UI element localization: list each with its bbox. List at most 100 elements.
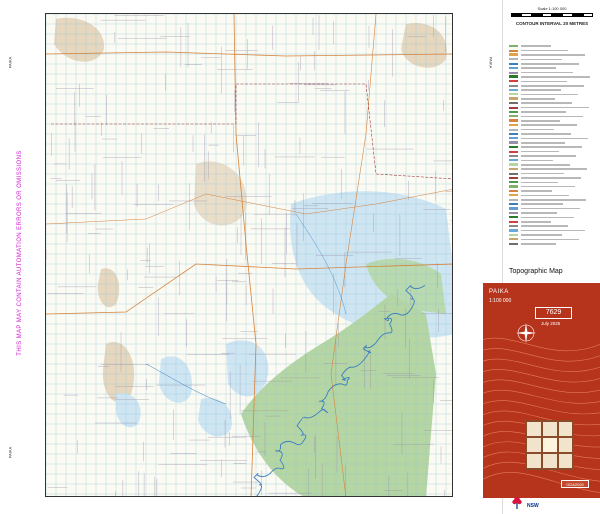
legend-label-placeholder (521, 216, 574, 219)
legend-symbol (509, 212, 518, 215)
cover-scale: 1:100 000 (489, 298, 512, 304)
legend-label-placeholder (521, 111, 566, 113)
legend-label-placeholder (521, 159, 553, 162)
legend-label-placeholder (521, 199, 586, 201)
scale-block: Scale 1:100 000 CONTOUR INTERVAL 20 METR… (511, 6, 593, 26)
legend-list (509, 44, 595, 246)
legend-symbol (509, 133, 518, 135)
legend-symbol (509, 242, 518, 245)
legend-label-placeholder (521, 84, 584, 87)
legend-label-placeholder (521, 203, 563, 206)
legend-symbol (509, 128, 518, 131)
legend-symbol (509, 176, 518, 179)
legend-symbol (509, 58, 518, 61)
legend-label-placeholder (521, 89, 561, 91)
legend-symbol (509, 80, 518, 83)
legend-symbol (509, 124, 518, 127)
legend-label-placeholder (521, 185, 575, 188)
legend-symbol (509, 185, 518, 189)
legend-symbol (509, 203, 518, 206)
legend-symbol (509, 146, 518, 149)
topographic-map[interactable] (45, 13, 453, 497)
legend-label-placeholder (521, 58, 562, 61)
scale-bar (511, 13, 593, 17)
compass-rose-icon (516, 323, 536, 343)
legend-label-placeholder (521, 54, 585, 56)
legend-label-placeholder (521, 177, 581, 179)
legend-label-placeholder (521, 124, 577, 127)
legend-label-placeholder (521, 163, 570, 166)
legend-label-placeholder (521, 242, 556, 245)
legend-label-placeholder (521, 212, 557, 214)
legend-symbol (509, 53, 518, 57)
legend-label-placeholder (521, 80, 567, 83)
legend-symbol (509, 89, 518, 92)
legend-symbol (509, 102, 518, 105)
scale-title: Scale 1:100 000 (537, 6, 567, 11)
legend-label-placeholder (521, 128, 554, 131)
legend-label-placeholder (521, 120, 560, 122)
contour-interval: CONTOUR INTERVAL 20 METRES (515, 21, 589, 26)
legend-symbol (509, 106, 518, 109)
legend-symbol (509, 220, 518, 223)
legend-symbol (509, 115, 518, 118)
legend-symbol (509, 159, 518, 162)
legend-label-placeholder (521, 67, 556, 69)
legend-label-placeholder (521, 194, 569, 197)
nsw-logo-text: NSW (527, 503, 539, 509)
legend-symbol (509, 198, 518, 201)
legend-label-placeholder (521, 93, 578, 96)
legend-symbol (509, 181, 518, 184)
legend-symbol (509, 119, 518, 123)
sheet-name-left-bottom: PAIKA (7, 446, 13, 459)
legend-label-placeholder (521, 102, 572, 105)
legend-label-placeholder (521, 98, 555, 100)
legend-symbol (509, 93, 518, 96)
datum-badge: GDA2020 (561, 480, 589, 488)
legend-symbol (509, 111, 518, 114)
legend-symbol (509, 62, 518, 65)
legend-label-placeholder (521, 137, 588, 140)
nsw-waratah-logo-icon (512, 497, 522, 509)
legend-symbol (509, 49, 518, 52)
cover-sheet-name: PAIKA (489, 289, 509, 295)
legend-symbol (509, 233, 518, 236)
legend-symbol (509, 172, 518, 175)
legend-symbol (509, 194, 518, 197)
legend-label-placeholder (521, 141, 565, 144)
legend-symbol (509, 163, 518, 167)
legend-symbol (509, 97, 518, 101)
legend-symbol (509, 229, 518, 233)
legend-label-placeholder (521, 150, 559, 153)
legend-label-placeholder (521, 62, 579, 65)
legend-label-placeholder (521, 71, 573, 74)
legend-symbol (509, 45, 518, 48)
legend-symbol (509, 141, 518, 145)
legend-label-placeholder (521, 106, 589, 109)
legend-label-placeholder (521, 229, 585, 232)
sheet-name-right: PAIKA (488, 56, 494, 69)
sheet-index-diagram (525, 420, 574, 470)
legend-label-placeholder (521, 190, 552, 192)
legend-label-placeholder (521, 181, 558, 184)
legend-label-placeholder (521, 207, 580, 210)
legend-label-placeholder (521, 49, 568, 52)
legend-label-placeholder (521, 76, 590, 78)
legend-label-placeholder (521, 155, 576, 157)
legend-label-placeholder (521, 225, 568, 227)
legend-symbol (509, 168, 518, 171)
edition-date: July 2025 (541, 321, 561, 326)
legend-symbol (509, 67, 518, 70)
legend-row (509, 242, 595, 246)
automation-warning: THIS MAP MAY CONTAIN AUTOMATION ERRORS O… (17, 150, 23, 356)
map-canvas (46, 14, 452, 496)
map-panel: THIS MAP MAY CONTAIN AUTOMATION ERRORS O… (0, 0, 502, 514)
legend-symbol (509, 84, 518, 87)
legend-symbol (509, 154, 518, 157)
legend-symbol (509, 190, 518, 193)
cover-contour-line (483, 369, 600, 383)
cover-contour-line (483, 389, 600, 404)
legend-symbol (509, 207, 518, 211)
legend-symbol (509, 225, 518, 228)
legend-label-placeholder (521, 221, 551, 223)
